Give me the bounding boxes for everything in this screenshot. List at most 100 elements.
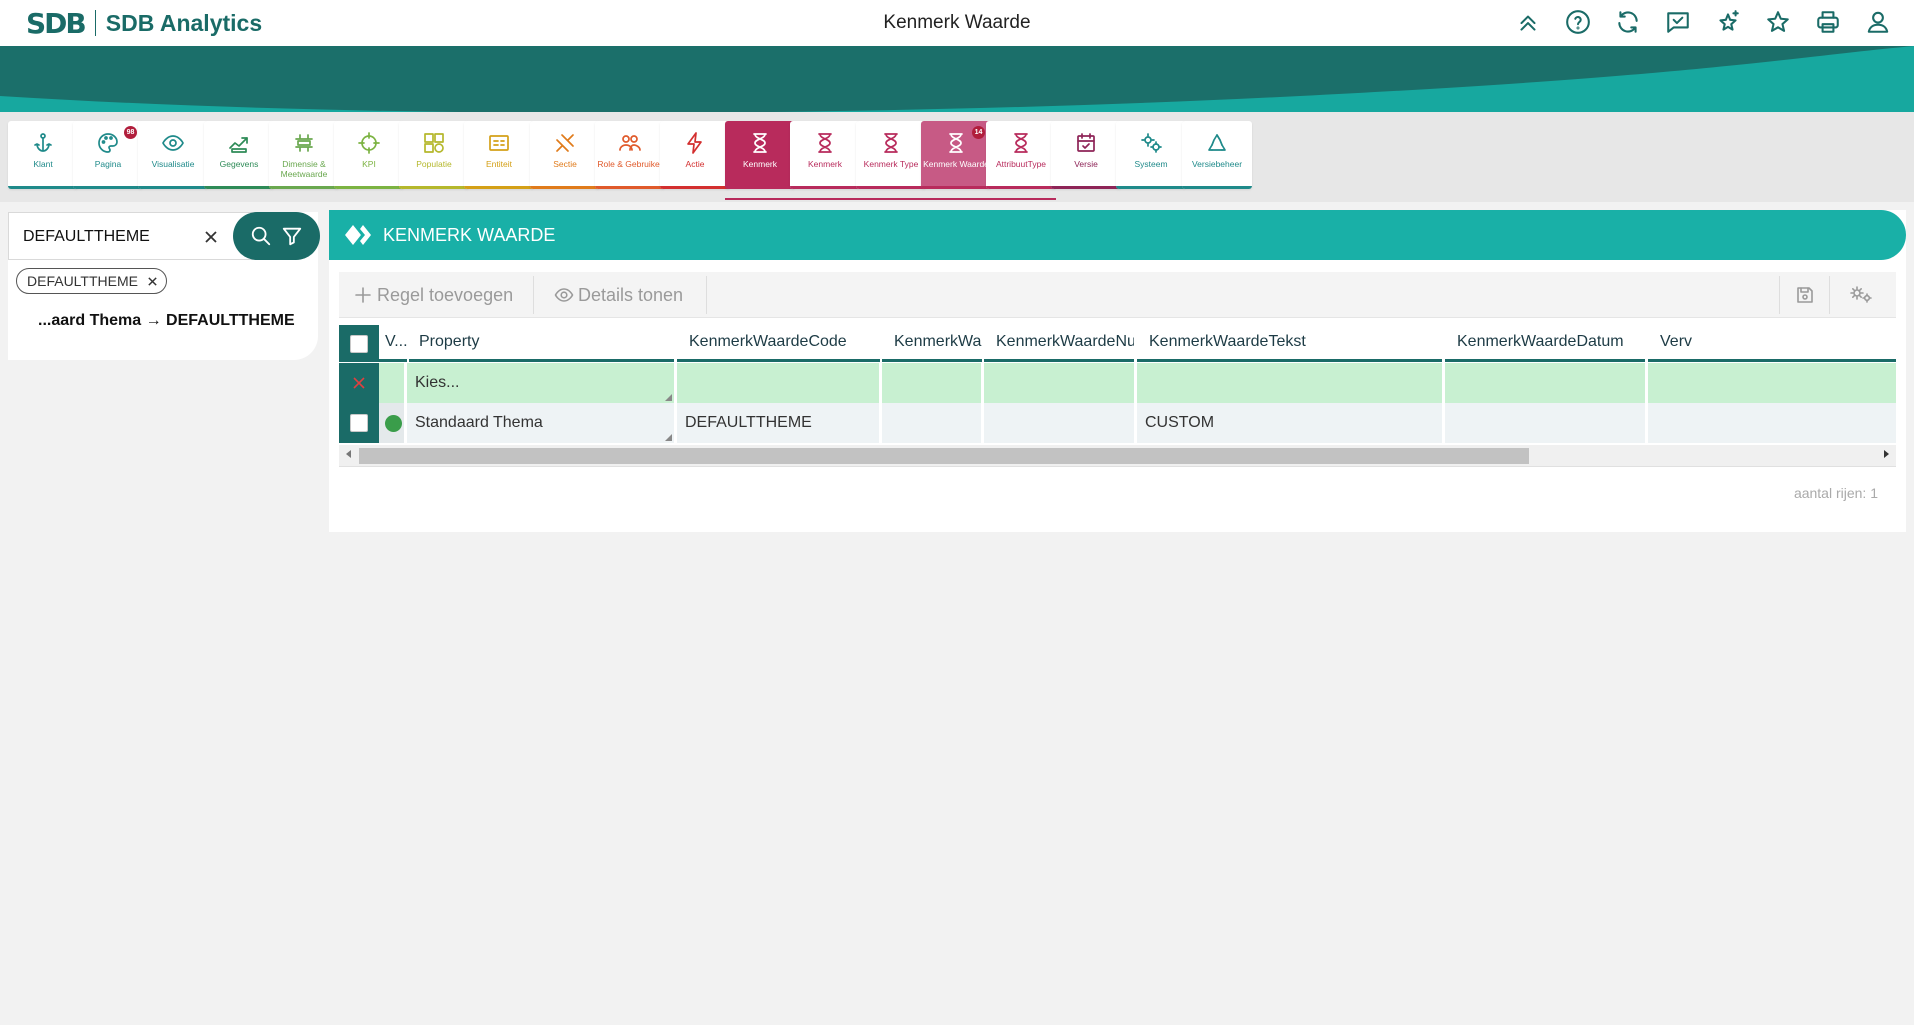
property-filter-select[interactable]: Kies... [407, 363, 677, 403]
star-icon[interactable] [1764, 8, 1792, 36]
print-icon[interactable] [1814, 8, 1842, 36]
column-header-property[interactable]: Property [409, 325, 674, 362]
column-header-code[interactable]: KenmerkWaardeCode [677, 325, 880, 362]
column-header-verv[interactable]: Verv [1648, 325, 1896, 362]
dimension-icon [292, 131, 316, 155]
ribbon-tile-label: Entiteit [486, 159, 512, 169]
filter-cell-verv[interactable] [1648, 363, 1896, 403]
search-result-link[interactable]: ...aard Thema → DEFAULTTHEME [38, 312, 295, 330]
ribbon-tile-gegevens[interactable]: Gegevens [204, 121, 274, 189]
ribbon-tile-accent [856, 186, 926, 189]
grid-filter-row: Kies... [339, 363, 1896, 403]
ribbon-tile-accent [986, 186, 1056, 189]
feedback-icon[interactable] [1664, 8, 1692, 36]
ribbon-tile-systeem[interactable]: Systeem [1116, 121, 1186, 189]
ribbon-tile-accent [138, 186, 208, 189]
hourglass-icon [1009, 131, 1033, 155]
panel-header: KENMERK WAARDE [329, 210, 1906, 260]
grid-header-row: V... Property KenmerkWaardeCode KenmerkW… [339, 325, 1896, 362]
filter-cell-wa[interactable] [882, 363, 984, 403]
status-dot-icon [385, 414, 402, 432]
cell-wa[interactable] [882, 403, 984, 443]
ribbon-tile-label: Klant [33, 159, 53, 169]
filter-cell-num[interactable] [984, 363, 1137, 403]
ribbon-tile-label: Dimensie & Meetwaarde [280, 159, 328, 179]
ribbon-tile-versie[interactable]: Versie [1051, 121, 1121, 189]
filter-cell-datum[interactable] [1445, 363, 1648, 403]
grid-toolbar: Regel toevoegen Details tonen [339, 272, 1896, 318]
add-row-button[interactable]: Regel toevoegen [353, 272, 513, 318]
ribbon-tile-kpi[interactable]: KPI [334, 121, 404, 189]
scrollbar-thumb[interactable] [359, 448, 1529, 464]
module-ribbon: Klant Pagina 98 Visualisatie Gegevens Dimensi… [0, 112, 1914, 202]
show-details-button[interactable]: Details tonen [554, 272, 683, 318]
cell-verv[interactable] [1648, 403, 1896, 443]
ribbon-tile-accent [790, 186, 860, 189]
ribbon-tile-accent [921, 186, 991, 189]
ribbon-tile-label: Role & Gebruiker [597, 159, 663, 169]
column-header-tekst[interactable]: KenmerkWaardeTekst [1137, 325, 1442, 362]
ribbon-tile-visualisatie[interactable]: Visualisatie [138, 121, 208, 189]
hourglass-icon [944, 131, 968, 155]
ribbon-tile-label: Versiebeheer [1191, 159, 1243, 169]
ribbon-tile-label: Versie [1074, 159, 1098, 169]
remove-chip-icon[interactable] [146, 274, 160, 288]
top-actions [1514, 8, 1892, 36]
chevrons-up-icon[interactable] [1514, 8, 1542, 36]
cell-tekst[interactable]: CUSTOM [1137, 403, 1445, 443]
ribbon-tile-label: Systeem [1134, 159, 1168, 169]
column-header-num[interactable]: KenmerkWaardeNum [984, 325, 1134, 362]
row-checkbox[interactable] [350, 414, 368, 432]
help-icon[interactable] [1564, 8, 1592, 36]
ribbon-tile-kenmerk[interactable]: Kenmerk [790, 121, 860, 189]
clear-filter-cell [339, 363, 379, 403]
plus-icon [355, 287, 371, 303]
cell-code[interactable]: DEFAULTTHEME [677, 403, 882, 443]
column-header-datum[interactable]: KenmerkWaardeDatum [1445, 325, 1645, 362]
app-logo[interactable]: SDB SDB Analytics [26, 6, 262, 40]
filter-cell-tekst[interactable] [1137, 363, 1445, 403]
search-input[interactable] [23, 226, 183, 248]
ribbon-tile-pagina[interactable]: Pagina 98 [73, 121, 143, 189]
ribbon-tile-versiebeheer[interactable]: Versiebeheer [1182, 121, 1252, 189]
ribbon-tile-populatie[interactable]: Populatie [399, 121, 469, 189]
scroll-left-icon[interactable] [346, 450, 351, 458]
user-icon[interactable] [1864, 8, 1892, 36]
ribbon-tile-entiteit[interactable]: Entiteit [464, 121, 534, 189]
scroll-right-icon[interactable] [1884, 450, 1889, 458]
ribbon-tile-accent [1051, 186, 1121, 189]
save-icon[interactable] [1795, 272, 1819, 318]
sparkle-star-icon[interactable] [1714, 8, 1742, 36]
ribbon-tile-attribuuttype[interactable]: AttribuutType [986, 121, 1056, 189]
ribbon-tile-kenmerk-type[interactable]: Kenmerk Type [856, 121, 926, 189]
clear-search-icon[interactable] [199, 225, 223, 249]
cell-property[interactable]: Standaard Thema [407, 403, 677, 443]
ribbon-tile-actie[interactable]: Actie [660, 121, 730, 189]
entity-icon [487, 131, 511, 155]
column-header-v[interactable]: V... [379, 325, 407, 362]
ribbon-tile-sectie[interactable]: Sectie [530, 121, 600, 189]
cell-num[interactable] [984, 403, 1137, 443]
grid-settings-icon[interactable] [1849, 272, 1879, 318]
clear-filter-icon[interactable] [352, 376, 366, 390]
filter-cell-code[interactable] [677, 363, 882, 403]
horizontal-scrollbar[interactable] [339, 445, 1896, 467]
cell-property-value: Standaard Thema [415, 414, 543, 431]
select-all-checkbox[interactable] [350, 334, 368, 353]
filter-icon[interactable] [279, 223, 305, 249]
ribbon-tile-klant[interactable]: Klant [8, 121, 78, 189]
ribbon-tile-label: KPI [362, 159, 376, 169]
refresh-icon[interactable] [1614, 8, 1642, 36]
ribbon-tile-dimensie-meetwaarde[interactable]: Dimensie & Meetwaarde [269, 121, 339, 189]
ribbon-tile-kenmerk-waarde[interactable]: Kenmerk Waarde 14 [921, 121, 991, 189]
cell-datum[interactable] [1445, 403, 1648, 443]
search-icon[interactable] [248, 223, 274, 249]
table-row[interactable]: Standaard Thema DEFAULTTHEME CUSTOM [339, 403, 1896, 443]
search-actions [233, 212, 320, 260]
column-header-wa[interactable]: KenmerkWa... [882, 325, 982, 362]
logo-mark: SDB [26, 6, 87, 40]
palette-icon [96, 131, 120, 155]
filter-cell-v [379, 363, 407, 403]
ribbon-tile-role-gebruiker[interactable]: Role & Gebruiker [595, 121, 665, 189]
ribbon-tile-kenmerk[interactable]: Kenmerk [725, 121, 795, 189]
